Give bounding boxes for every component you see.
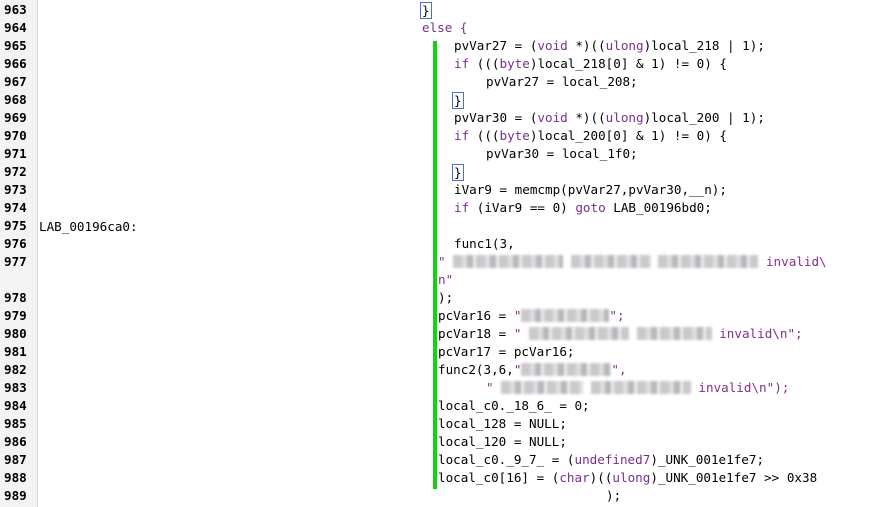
redacted-text bbox=[590, 381, 691, 394]
code-line-980[interactable]: pcVar18 = " invalid\n"; bbox=[438, 326, 803, 341]
line-number: 969 bbox=[4, 110, 27, 125]
line-number: 986 bbox=[4, 434, 27, 449]
code-line-963[interactable]: } bbox=[420, 2, 432, 19]
code-line-964[interactable]: else { bbox=[422, 20, 468, 35]
redacted-text bbox=[658, 255, 759, 268]
line-number: 963 bbox=[4, 2, 27, 17]
line-number: 965 bbox=[4, 38, 27, 53]
code-line-968[interactable]: } bbox=[452, 92, 464, 109]
line-number: 982 bbox=[4, 362, 27, 377]
code-line-987[interactable]: local_c0._9_7_ = (undefined7)_UNK_001e1f… bbox=[438, 452, 764, 467]
line-number: 971 bbox=[4, 146, 27, 161]
line-number: 989 bbox=[4, 488, 27, 503]
line-number: 975 bbox=[4, 218, 27, 233]
code-line-973[interactable]: iVar9 = memcmp(pvVar27,pvVar30,__n); bbox=[454, 182, 727, 197]
line-number: 976 bbox=[4, 236, 27, 251]
code-label[interactable]: LAB_00196ca0: bbox=[39, 219, 138, 234]
line-number: 977 bbox=[4, 254, 27, 269]
redacted-text bbox=[570, 255, 651, 268]
redacted-text bbox=[636, 327, 712, 340]
code-line-965[interactable]: pvVar27 = (void *)((ulong)local_218 | 1)… bbox=[454, 38, 765, 53]
line-number: 974 bbox=[4, 200, 27, 215]
code-line-986[interactable]: local_120 = NULL; bbox=[438, 434, 567, 449]
code-line-981[interactable]: pcVar17 = pcVar16; bbox=[438, 344, 574, 359]
block-bar-inner bbox=[433, 41, 437, 255]
code-line-967[interactable]: pvVar27 = local_208; bbox=[486, 74, 638, 89]
code-line-978[interactable]: ); bbox=[438, 290, 453, 305]
block-bar-outer bbox=[433, 255, 437, 489]
line-number: 967 bbox=[4, 74, 27, 89]
code-line-983[interactable]: " invalid\n"); bbox=[486, 380, 789, 395]
redacted-text bbox=[521, 309, 610, 322]
redacted-text bbox=[521, 363, 612, 376]
line-number: 980 bbox=[4, 326, 27, 341]
code-line-974[interactable]: if (iVar9 == 0) goto LAB_00196bd0; bbox=[454, 200, 712, 215]
code-line-971[interactable]: pvVar30 = local_1f0; bbox=[486, 146, 638, 161]
code-line-977[interactable]: " invalid\ bbox=[438, 254, 827, 269]
line-number: 987 bbox=[4, 452, 27, 467]
line-number: 988 bbox=[4, 470, 27, 485]
line-number: 968 bbox=[4, 92, 27, 107]
code-line-982[interactable]: func2(3,6," ", bbox=[438, 362, 627, 377]
closing-brace-highlight: } bbox=[420, 2, 432, 19]
line-number: 979 bbox=[4, 308, 27, 323]
else-keyword: else { bbox=[422, 20, 468, 35]
code-line-985[interactable]: local_128 = NULL; bbox=[438, 416, 567, 431]
code-line-966[interactable]: if (((byte)local_218[0] & 1) != 0) { bbox=[454, 56, 727, 71]
line-number: 978 bbox=[4, 290, 27, 305]
code-line-989[interactable]: ); bbox=[606, 488, 621, 503]
line-number: 983 bbox=[4, 380, 27, 395]
line-number: 964 bbox=[4, 20, 27, 35]
code-line-988[interactable]: local_c0[16] = (char)((ulong)_UNK_001e1f… bbox=[438, 470, 817, 485]
code-line-972[interactable]: } bbox=[452, 164, 464, 181]
code-line-979[interactable]: pcVar16 = " "; bbox=[438, 308, 625, 323]
line-number: 966 bbox=[4, 56, 27, 71]
line-number: 984 bbox=[4, 398, 27, 413]
redacted-text bbox=[529, 327, 630, 340]
redacted-text bbox=[453, 255, 564, 268]
code-line-969[interactable]: pvVar30 = (void *)((ulong)local_200 | 1)… bbox=[454, 110, 765, 125]
line-number: 981 bbox=[4, 344, 27, 359]
line-number: 973 bbox=[4, 182, 27, 197]
code-line-977-cont[interactable]: n" bbox=[438, 272, 453, 287]
code-line-970[interactable]: if (((byte)local_200[0] & 1) != 0) { bbox=[454, 128, 727, 143]
line-number: 985 bbox=[4, 416, 27, 431]
code-line-976[interactable]: func1(3, bbox=[454, 236, 515, 251]
line-number: 972 bbox=[4, 164, 27, 179]
line-number: 970 bbox=[4, 128, 27, 143]
code-line-984[interactable]: local_c0._18_6_ = 0; bbox=[438, 398, 590, 413]
redacted-text bbox=[501, 381, 584, 394]
